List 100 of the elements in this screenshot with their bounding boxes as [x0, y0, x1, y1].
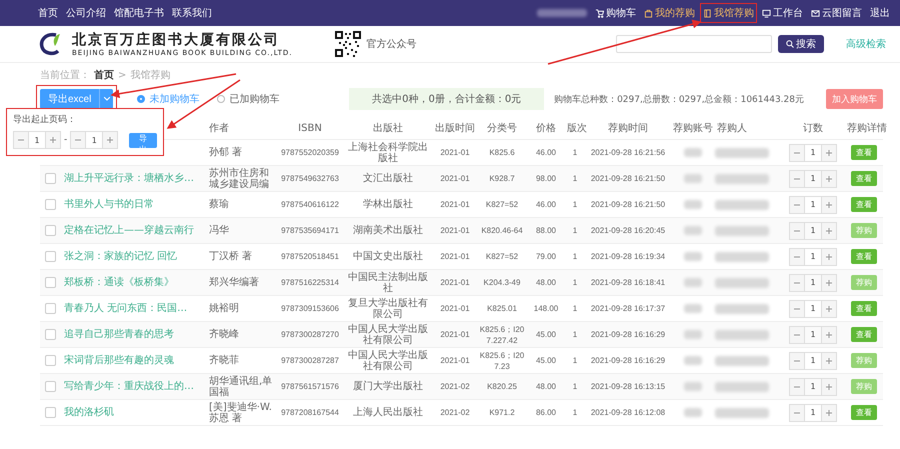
nav-action[interactable]: 工作台 — [762, 6, 803, 20]
row-checkbox[interactable] — [44, 303, 56, 314]
table-cell-text: K825.01 — [486, 303, 518, 315]
plus-icon — [826, 150, 832, 156]
table-cell-text: 2021-09-28 16:13:15 — [590, 381, 666, 393]
table-cell-text: 9787309153606 — [280, 303, 340, 315]
table-cell-text: 厦门大学出版社 — [352, 380, 424, 393]
nav-action[interactable]: 我馆荐购 — [703, 6, 754, 20]
nav-action[interactable]: 云图留言 — [811, 6, 862, 20]
row-checkbox[interactable] — [44, 225, 56, 236]
quantity-stepper[interactable]: 1 — [789, 378, 837, 396]
quantity-stepper[interactable]: 1 — [789, 248, 837, 266]
column-header: 出版社 — [372, 122, 404, 135]
row-checkbox[interactable] — [44, 277, 56, 288]
search-button[interactable]: 搜索 — [778, 35, 824, 53]
breadcrumb-separator: > — [118, 70, 126, 80]
quantity-stepper[interactable]: 1 — [789, 144, 837, 162]
table-cell-text: 1 — [572, 251, 578, 263]
breadcrumb-label: 当前位置： — [40, 68, 90, 82]
column-header: 分类号 — [486, 122, 518, 135]
quantity-stepper[interactable]: 1 — [789, 404, 837, 422]
table-cell-text: 湖南美术出版社 — [352, 224, 424, 237]
plus-icon — [826, 254, 832, 260]
minus-icon — [794, 306, 800, 312]
quantity-stepper[interactable]: 1 — [789, 300, 837, 318]
row-checkbox[interactable] — [44, 251, 56, 262]
table-cell-text: 9787520518451 — [280, 251, 340, 263]
row-checkbox[interactable] — [44, 199, 56, 210]
row-checkbox[interactable] — [44, 407, 56, 418]
search-field[interactable] — [616, 35, 772, 53]
row-checkbox[interactable] — [44, 355, 56, 366]
quantity-stepper[interactable]: 1 — [789, 222, 837, 240]
table-cell-text: 9787552020359 — [280, 147, 340, 159]
page-stepper[interactable]: 1 — [70, 131, 118, 149]
table-cell-text: 2021-09-28 16:20:45 — [590, 225, 666, 237]
message-icon — [811, 8, 820, 18]
table-cell-text: 丁汉桥 著 — [208, 250, 254, 263]
table-cell-text: 1 — [572, 199, 578, 211]
column-header: 订数 — [802, 122, 824, 135]
company-name: 北京百万庄图书大厦有限公司 — [72, 31, 281, 49]
breadcrumb-item[interactable]: 首页 — [94, 68, 114, 82]
table-cell-text: 中国人民大学出版社有限公司 — [347, 322, 429, 346]
quantity-stepper[interactable]: 1 — [789, 196, 837, 214]
table-cell-text: 9787535694171 — [280, 225, 340, 237]
nav-link[interactable]: 馆配电子书 — [114, 6, 164, 20]
column-header: 荐购人 — [716, 122, 748, 135]
table-cell-text: 1 — [572, 355, 578, 367]
monitor-icon — [762, 8, 771, 18]
nav-link[interactable]: 公司介绍 — [66, 6, 106, 20]
column-header: 价格 — [535, 122, 557, 135]
table-cell-text: 姚裕明 — [208, 302, 240, 315]
dropdown-button[interactable] — [99, 89, 114, 109]
minus-icon — [794, 332, 800, 338]
table-cell-text: 2021-09-28 16:12:08 — [590, 407, 666, 419]
table-cell-text: 88.00 — [534, 225, 558, 237]
row-checkbox[interactable] — [44, 173, 56, 184]
minus-icon — [794, 150, 800, 156]
quantity-stepper[interactable]: 1 — [789, 170, 837, 188]
minus-icon — [794, 280, 800, 286]
quantity-stepper[interactable]: 1 — [789, 274, 837, 292]
table-cell-text: K825.6 — [488, 147, 516, 159]
table-cell-text: K971.2 — [488, 407, 516, 419]
table-cell-text: 1 — [572, 225, 578, 237]
nav-action[interactable]: 我的荐购 — [644, 6, 695, 20]
table-cell-text: 2021-09-28 16:16:29 — [590, 355, 666, 367]
page-stepper[interactable]: 1 — [13, 131, 61, 149]
redacted-username — [537, 9, 587, 17]
filter-radio[interactable]: 已加购物车 — [217, 92, 280, 106]
quantity-stepper[interactable]: 1 — [789, 326, 837, 344]
row-checkbox[interactable] — [44, 381, 56, 392]
redacted-name — [715, 226, 769, 236]
table-cell-text: 1 — [572, 407, 578, 419]
table-cell-text: 上海社会科学院出版社 — [347, 140, 429, 164]
table-cell-text: 86.00 — [534, 407, 558, 419]
table-cell-text: [美]斐迪华·W.苏恩 著 — [208, 400, 273, 424]
table-cell-text: 9787540616122 — [280, 199, 340, 211]
table-cell-text: 2021-09-28 16:19:34 — [590, 251, 666, 263]
column-header: 荐购账号 — [672, 122, 714, 135]
cart-icon — [595, 8, 604, 18]
table-cell-text: K820.46-64 — [480, 225, 524, 237]
redacted-name — [715, 174, 769, 184]
row-checkbox[interactable] — [44, 329, 56, 340]
redacted-name — [715, 200, 769, 210]
nav-action[interactable]: 购物车 — [595, 6, 636, 20]
nav-action[interactable]: 退出 — [870, 6, 890, 20]
table-cell-text: 2021-09-28 16:21:50 — [590, 199, 666, 211]
table-cell-text: 2021-09-28 16:16:29 — [590, 329, 666, 341]
table-cell-text: 1 — [572, 277, 578, 289]
table-cell-text: K820.25 — [486, 381, 518, 393]
nav-link[interactable]: 首页 — [38, 6, 58, 20]
minus-icon — [794, 176, 800, 182]
nav-link[interactable]: 联系我们 — [172, 6, 212, 20]
redacted-name — [715, 252, 769, 262]
table-cell-text: 2021-01 — [439, 277, 471, 289]
column-header: 版次 — [566, 122, 585, 135]
table-cell-text: 1 — [572, 329, 578, 341]
quantity-stepper[interactable]: 1 — [789, 352, 837, 370]
table-cell-text: 郑兴华编著 — [208, 276, 260, 289]
table-cell-text: 2021-01 — [439, 225, 471, 237]
plus-icon — [826, 384, 832, 390]
